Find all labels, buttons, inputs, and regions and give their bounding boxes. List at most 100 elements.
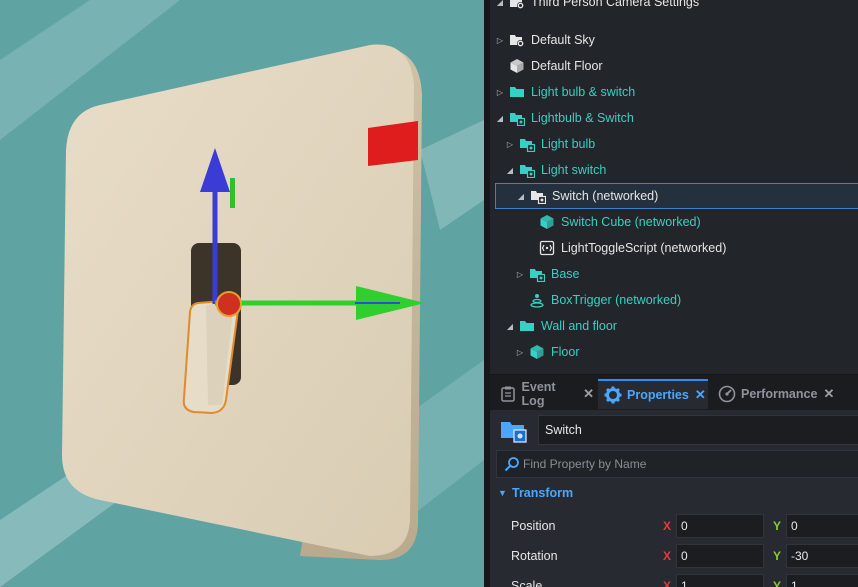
- collapse-arrow-icon[interactable]: ▷: [515, 339, 525, 365]
- tree-item[interactable]: ▷ Light bulb: [490, 131, 858, 157]
- tree-item-label: Wall and floor: [541, 319, 617, 333]
- clipboard-icon: [500, 385, 517, 403]
- collapse-arrow-icon[interactable]: ▷: [495, 79, 505, 105]
- y-value-field[interactable]: 0: [786, 514, 858, 538]
- property-search[interactable]: [496, 450, 858, 478]
- property-label: Scale: [511, 579, 543, 587]
- tree-item[interactable]: Default Floor: [490, 53, 858, 79]
- tree-item[interactable]: ◢ Switch (networked): [495, 183, 858, 209]
- right-panel: ◢ Third Person Camera Settings ▷ Default Sk…: [490, 0, 858, 587]
- viewport-scene[interactable]: [0, 0, 484, 587]
- section-title: Transform: [512, 486, 574, 500]
- close-icon[interactable]: ✕: [583, 386, 594, 402]
- search-input[interactable]: [523, 457, 843, 471]
- networked-folder-icon: [509, 110, 525, 126]
- tree-item-label: Third Person Camera Settings: [531, 0, 700, 9]
- tree-item[interactable]: ▷ Floor: [490, 339, 858, 365]
- x-value-field[interactable]: 0: [676, 514, 764, 538]
- close-icon[interactable]: ✕: [823, 386, 834, 402]
- tree-item[interactable]: BoxTrigger (networked): [490, 287, 858, 313]
- caret-down-icon: ▼: [498, 488, 507, 498]
- transform-row-position: Position X 0 Y 0: [490, 513, 858, 539]
- folder-icon: [509, 84, 525, 100]
- tree-item-label: Default Floor: [531, 59, 603, 73]
- y-value-field[interactable]: -30: [786, 544, 858, 568]
- settings-object-icon: [509, 32, 525, 48]
- tab-event-log[interactable]: Event Log ✕: [494, 379, 594, 409]
- y-axis-label: Y: [773, 519, 782, 533]
- folder-icon: [519, 318, 535, 334]
- collapse-arrow-icon[interactable]: ▷: [495, 27, 505, 53]
- networked-folder-icon: [500, 416, 528, 444]
- expand-arrow-icon[interactable]: ◢: [495, 105, 505, 131]
- tree-item[interactable]: ◢ Wall and floor: [490, 313, 858, 339]
- tab-label: Event Log: [521, 380, 556, 408]
- scene-viewport[interactable]: [0, 0, 484, 587]
- y-axis-label: Y: [773, 549, 782, 563]
- expand-arrow-icon[interactable]: ◢: [505, 157, 515, 183]
- gizmo-rotate-handle[interactable]: [230, 178, 235, 208]
- panel-tabs: Event Log ✕ Properties ✕ Performance ✕: [490, 374, 858, 410]
- x-axis-label: X: [663, 519, 672, 533]
- x-value-field[interactable]: 1: [676, 574, 764, 587]
- tree-item-label: Floor: [551, 345, 580, 359]
- gear-icon: [604, 386, 622, 404]
- transform-row-rotation: Rotation X 0 Y -30: [490, 543, 858, 569]
- object-name-field[interactable]: Switch: [538, 415, 858, 445]
- tab-properties[interactable]: Properties ✕: [598, 379, 708, 409]
- gauge-icon: [718, 385, 736, 403]
- networked-folder-icon: [530, 188, 546, 204]
- x-axis-label: X: [663, 579, 672, 587]
- close-icon[interactable]: ✕: [695, 387, 706, 403]
- properties-panel: Switch ▼ Transform PositionX0Y0RotationX…: [490, 410, 858, 587]
- tree-item-label: Light bulb & switch: [531, 85, 636, 99]
- tree-item-label: Switch Cube (networked): [561, 215, 701, 229]
- tree-item-label: Default Sky: [531, 33, 595, 47]
- tree-item[interactable]: ▷ Base: [490, 261, 858, 287]
- tree-item[interactable]: ▷ Light bulb & switch: [490, 79, 858, 105]
- hierarchy-tree[interactable]: ◢ Third Person Camera Settings ▷ Default Sk…: [490, 0, 858, 374]
- script-icon: [539, 240, 555, 256]
- tab-label: Properties: [627, 388, 689, 402]
- trigger-icon: [529, 292, 545, 308]
- transform-section-header[interactable]: ▼ Transform: [490, 482, 858, 504]
- expand-arrow-icon[interactable]: ◢: [505, 313, 515, 339]
- collapse-arrow-icon[interactable]: ▷: [515, 261, 525, 287]
- tree-item-label: BoxTrigger (networked): [551, 293, 682, 307]
- tree-item[interactable]: ◢ Third Person Camera Settings: [490, 0, 858, 15]
- tree-item-label: Switch (networked): [552, 189, 659, 203]
- tree-item[interactable]: ◢ Lightbulb & Switch: [490, 105, 858, 131]
- settings-object-icon: [509, 0, 525, 10]
- search-icon: [503, 455, 521, 473]
- tree-item-label: LightToggleScript (networked): [561, 241, 727, 255]
- tree-item-label: Light switch: [541, 163, 607, 177]
- tree-item[interactable]: ◢ Light switch: [490, 157, 858, 183]
- tab-label: Performance: [741, 387, 818, 401]
- cube-icon: [529, 344, 545, 360]
- tree-item-label: Base: [551, 267, 580, 281]
- editor-window: ◢ Third Person Camera Settings ▷ Default Sk…: [0, 0, 858, 587]
- networked-folder-icon: [519, 136, 535, 152]
- x-value-field[interactable]: 0: [676, 544, 764, 568]
- collapse-arrow-icon[interactable]: ▷: [505, 131, 515, 157]
- expand-arrow-icon[interactable]: ◢: [495, 0, 505, 15]
- tree-item[interactable]: Switch Cube (networked): [490, 209, 858, 235]
- tree-item[interactable]: ▷ Default Sky: [490, 27, 858, 53]
- transform-row-scale: Scale X 1 Y 1: [490, 573, 858, 587]
- tab-performance[interactable]: Performance ✕: [712, 379, 834, 409]
- y-value-field[interactable]: 1: [786, 574, 858, 587]
- tree-item-label: Lightbulb & Switch: [531, 111, 634, 125]
- property-label: Position: [511, 519, 556, 533]
- y-axis-label: Y: [773, 579, 782, 587]
- networked-folder-icon: [529, 266, 545, 282]
- expand-arrow-icon[interactable]: ◢: [516, 183, 526, 209]
- tree-item[interactable]: LightToggleScript (networked): [490, 235, 858, 261]
- networked-folder-icon: [519, 162, 535, 178]
- cube-icon: [509, 58, 525, 74]
- red-marker: [368, 121, 418, 166]
- property-label: Rotation: [511, 549, 558, 563]
